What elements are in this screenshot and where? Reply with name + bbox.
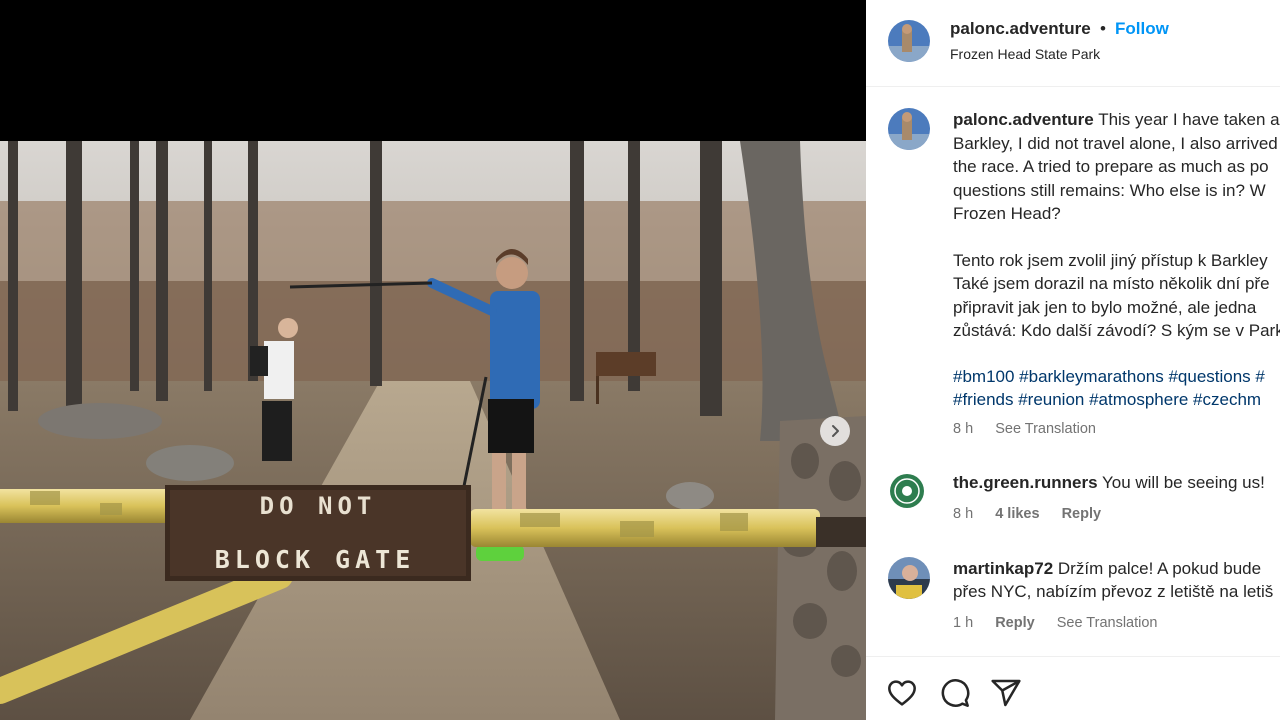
- post-photo: DO NOT BLOCK GATE: [0, 141, 866, 720]
- see-translation-button[interactable]: See Translation: [995, 421, 1096, 437]
- comment-icon[interactable]: [939, 677, 971, 709]
- share-icon[interactable]: [990, 677, 1022, 709]
- commenter-avatar[interactable]: [888, 557, 930, 599]
- hashtag-line[interactable]: #bm100 #barkleymarathons #questions #: [953, 365, 1265, 389]
- caption-line: Také jsem dorazil na místo několik dní p…: [953, 274, 1270, 293]
- comment-likes[interactable]: 4 likes: [995, 506, 1039, 522]
- caption-line: Frozen Head?: [953, 204, 1061, 223]
- reply-button[interactable]: Reply: [995, 615, 1035, 631]
- sign-line-2: BLOCK GATE: [215, 545, 416, 574]
- green-runners-logo-icon: [888, 472, 926, 510]
- post-location[interactable]: Frozen Head State Park: [950, 46, 1100, 62]
- comment-text: martinkap72 Držím palce! A pokud bude: [953, 559, 1262, 578]
- follow-button[interactable]: Follow: [1115, 19, 1169, 39]
- separator-dot: •: [1100, 19, 1106, 38]
- caption-line: Tento rok jsem zvolil jiný přístup k Bar…: [953, 251, 1268, 270]
- heart-icon[interactable]: [886, 677, 918, 709]
- comment-text: přes NYC, nabízím převoz z letiště na le…: [953, 582, 1274, 601]
- comment-text: the.green.runners You will be seeing us!: [953, 473, 1265, 492]
- hashtag-line[interactable]: #friends #reunion #atmosphere #czechm: [953, 388, 1261, 412]
- comment-meta: 8 h 4 likes Reply: [953, 506, 1119, 522]
- post-actions-bar: [866, 656, 1280, 720]
- gate-sign: DO NOT BLOCK GATE: [165, 485, 471, 581]
- caption-avatar[interactable]: [888, 108, 930, 150]
- caption-line: questions still remains: Who else is in?…: [953, 181, 1266, 200]
- avatar-image: [888, 557, 930, 599]
- commenter-username[interactable]: martinkap72: [953, 559, 1053, 578]
- caption-line: připravit jak jen to bylo možné, ale jed…: [953, 298, 1257, 317]
- post-media: DO NOT BLOCK GATE: [0, 0, 866, 720]
- comment-meta: 1 h Reply See Translation: [953, 615, 1176, 631]
- author-username[interactable]: palonc.adventure: [950, 19, 1091, 39]
- caption-line: zůstává: Kdo další závodí? S kým se v Pa…: [953, 321, 1280, 340]
- comment-time[interactable]: 8 h: [953, 506, 973, 522]
- avatar-image: [888, 20, 930, 62]
- comments-section: palonc.adventure This year I have taken …: [866, 88, 1280, 656]
- reply-button[interactable]: Reply: [1062, 506, 1102, 522]
- caption-line: the race. A tried to prepare as much as …: [953, 157, 1269, 176]
- sign-line-1: DO NOT: [260, 492, 377, 520]
- next-image-button[interactable]: [820, 416, 850, 446]
- caption-meta: 8 h See Translation: [953, 421, 1114, 437]
- chevron-right-icon: [832, 425, 839, 437]
- trail-gate-photo: DO NOT BLOCK GATE: [0, 141, 866, 720]
- commenter-avatar[interactable]: [888, 472, 926, 510]
- post-header: palonc.adventure • Follow Frozen Head St…: [866, 0, 1280, 87]
- comment-time[interactable]: 1 h: [953, 615, 973, 631]
- see-translation-button[interactable]: See Translation: [1057, 615, 1158, 631]
- caption-time[interactable]: 8 h: [953, 421, 973, 437]
- caption-line: palonc.adventure This year I have taken …: [953, 110, 1280, 129]
- post-side-panel: palonc.adventure • Follow Frozen Head St…: [866, 0, 1280, 720]
- caption-username[interactable]: palonc.adventure: [953, 110, 1094, 129]
- commenter-username[interactable]: the.green.runners: [953, 473, 1098, 492]
- author-avatar[interactable]: [888, 20, 930, 62]
- caption-line: Barkley, I did not travel alone, I also …: [953, 134, 1278, 153]
- avatar-image: [888, 108, 930, 150]
